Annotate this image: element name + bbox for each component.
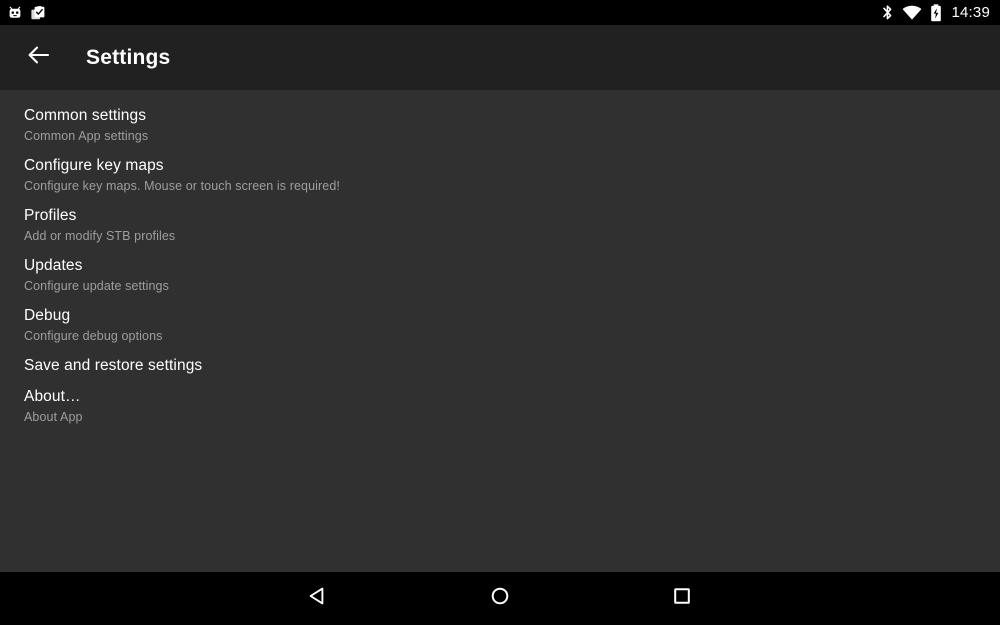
nav-recents-icon xyxy=(670,584,694,613)
app-toolbar: Settings xyxy=(0,25,1000,90)
settings-item-debug[interactable]: Debug Configure debug options xyxy=(0,301,1000,351)
list-item-title: Save and restore settings xyxy=(24,357,203,374)
nav-back-button[interactable] xyxy=(295,576,341,622)
list-item-subtitle: Add or modify STB profiles xyxy=(24,229,176,243)
arrow-left-icon xyxy=(26,42,52,73)
list-item-subtitle: Common App settings xyxy=(24,129,149,143)
list-item-subtitle: Configure key maps. Mouse or touch scree… xyxy=(24,179,340,193)
list-item-title: Updates xyxy=(24,257,83,274)
list-item-title: Common settings xyxy=(24,107,147,124)
page-title: Settings xyxy=(86,45,171,69)
settings-item-profiles[interactable]: Profiles Add or modify STB profiles xyxy=(0,201,1000,251)
list-item-subtitle: About App xyxy=(24,410,83,424)
settings-item-common-settings[interactable]: Common settings Common App settings xyxy=(0,101,1000,151)
android-settings-screen: 14:39 Settings Common settings Common Ap… xyxy=(0,0,1000,625)
list-item-subtitle: Configure debug options xyxy=(24,329,163,343)
settings-item-about[interactable]: About… About App xyxy=(0,382,1000,432)
clipboard-check-icon xyxy=(30,5,46,21)
status-bar: 14:39 xyxy=(0,0,1000,25)
settings-item-updates[interactable]: Updates Configure update settings xyxy=(0,251,1000,301)
status-bar-notifications xyxy=(7,5,46,21)
list-item-title: Configure key maps xyxy=(24,157,164,174)
list-item-title: About… xyxy=(24,388,81,405)
list-item-title: Profiles xyxy=(24,207,77,224)
nav-recents-button[interactable] xyxy=(659,576,705,622)
list-item-subtitle: Configure update settings xyxy=(24,279,169,293)
android-navigation-bar xyxy=(0,572,1000,625)
settings-item-configure-key-maps[interactable]: Configure key maps Configure key maps. M… xyxy=(0,151,1000,201)
nav-home-icon xyxy=(488,584,512,613)
android-robot-icon xyxy=(7,5,23,21)
status-bar-system-icons: 14:39 xyxy=(881,3,990,22)
toolbar-back-button[interactable] xyxy=(22,41,56,75)
battery-charging-icon xyxy=(930,3,942,22)
bluetooth-icon xyxy=(881,4,894,21)
nav-back-icon xyxy=(306,584,330,613)
status-bar-clock: 14:39 xyxy=(951,4,990,21)
wifi-icon xyxy=(902,5,922,21)
settings-item-save-and-restore-settings[interactable]: Save and restore settings xyxy=(0,351,1000,382)
list-item-title: Debug xyxy=(24,307,71,324)
settings-list: Common settings Common App settings Conf… xyxy=(0,90,1000,572)
nav-home-button[interactable] xyxy=(477,576,523,622)
